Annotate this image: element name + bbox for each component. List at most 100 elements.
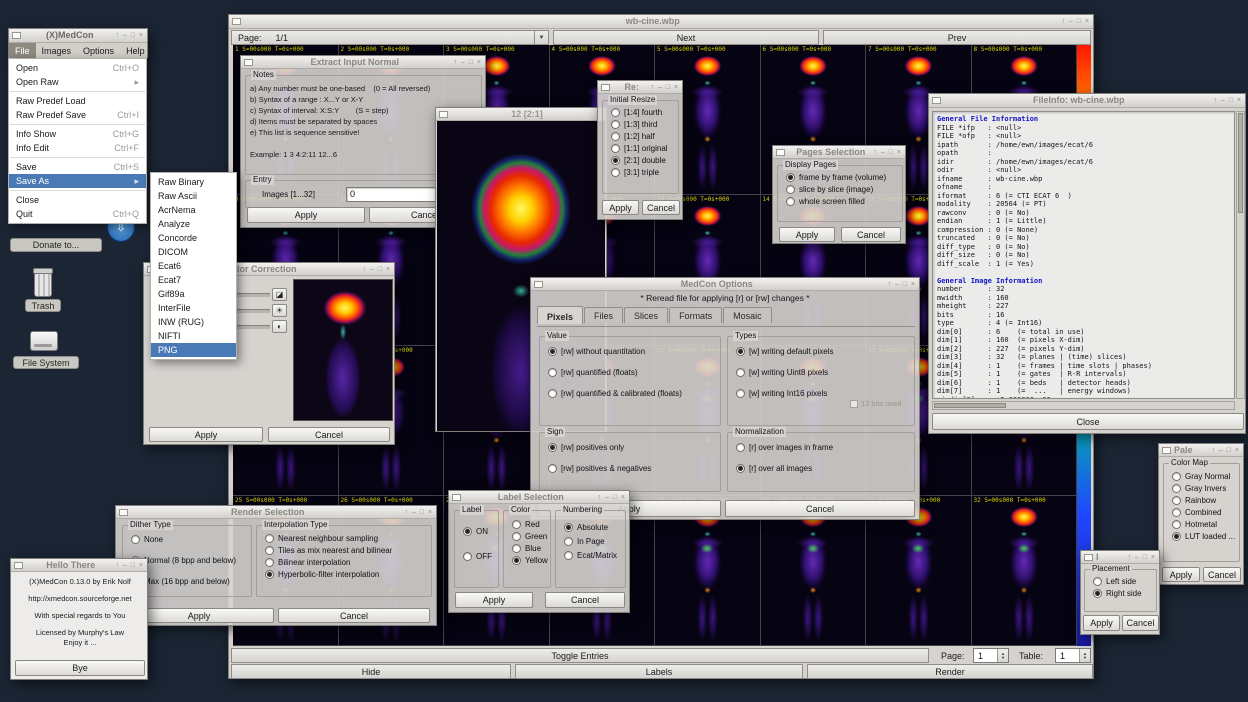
tab-slices[interactable]: Slices [624,307,668,323]
label-selection-titlebar[interactable]: Label Selection ↑ ‒ □ × [449,491,629,504]
menu-item-save-as[interactable]: Save As▸ [9,174,146,188]
radio-w-writing-int16-pixels[interactable]: [w] writing Int16 pixels [728,389,914,398]
radio-frame-by-frame-volume[interactable]: frame by frame (volume) [778,173,902,182]
window-menu-icon[interactable] [439,111,448,118]
radio-left-side[interactable]: Left side [1085,577,1156,586]
window-controls[interactable]: ↑ ‒ □ × [1127,554,1156,561]
fileinfo-text-area[interactable]: General File InformationFILE *ifp : <nul… [932,111,1235,399]
radio-rw-positives-negatives[interactable]: [rw] positives & negatives [540,464,720,473]
window-menu-icon[interactable] [1162,447,1171,454]
next-button[interactable]: Next [553,30,819,45]
radio-absolute[interactable]: Absolute [556,523,625,532]
radio-whole-screen-filled[interactable]: whole screen filled [778,197,902,206]
spinner-arrows-icon[interactable]: ▲▼ [997,649,1008,662]
contrast-icon[interactable]: ◐ [272,320,287,333]
radio-3-1-triple[interactable]: [3:1] triple [603,168,678,177]
render-cancel-button[interactable]: Cancel [278,608,430,623]
horizontal-scrollbar[interactable] [932,401,1235,410]
scan-cell-32[interactable]: 32 S=00s000 T=0s+000 [972,496,1078,646]
radio-off[interactable]: OFF [455,552,498,561]
radio-hyperbolic-filter-interpolation[interactable]: Hyperbolic-filter interpolation [257,570,431,579]
window-menu-icon[interactable] [452,494,461,501]
radio-r-over-all-images[interactable]: [r] over all images [728,464,914,473]
radio-green[interactable]: Green [504,532,550,541]
color-correction-apply-button[interactable]: Apply [149,427,263,442]
menu-item-raw-predef-load[interactable]: Raw Predef Load [9,94,146,108]
tab-pixels[interactable]: Pixels [537,306,583,324]
window-menu-icon[interactable] [14,562,23,569]
render-selection-titlebar[interactable]: Render Selection ↑ ‒ □ × [116,506,436,519]
radio-gray-normal[interactable]: Gray Normal [1164,472,1239,481]
twelve-bits-checkbox[interactable]: 12 bits used [850,399,901,408]
pages-apply-button[interactable]: Apply [779,227,835,242]
window-controls[interactable]: ↑ ‒ □ × [887,281,916,288]
window-controls[interactable]: ↑ ‒ □ × [873,149,902,156]
radio-ecat-matrix[interactable]: Ecat/Matrix [556,551,625,560]
window-controls[interactable]: ↑ ‒ □ × [453,59,482,66]
extract-titlebar[interactable]: Extract Input Normal ↑ ‒ □ × [241,56,485,69]
radio-slice-by-slice-image[interactable]: slice by slice (image) [778,185,902,194]
window-menu-icon[interactable] [776,149,785,156]
window-controls[interactable]: ↑ ‒ □ × [115,32,144,39]
resize-apply-button[interactable]: Apply [602,200,639,215]
window-menu-icon[interactable] [232,18,241,25]
medcon-titlebar[interactable]: (X)MedCon ↑ ‒ □ × [9,29,147,43]
window-menu-icon[interactable] [932,97,941,104]
radio-2-1-double[interactable]: [2:1] double [603,156,678,165]
radio-none[interactable]: None [123,535,251,544]
saveas-item-gif89a[interactable]: Gif89a [151,287,236,301]
radio-right-side[interactable]: Right side [1085,589,1156,598]
placement-cancel-button[interactable]: Cancel [1122,615,1159,631]
window-controls[interactable]: ↑ ‒ □ × [362,266,391,273]
menu-item-open-raw[interactable]: Open Raw▸ [9,75,146,89]
table-spinner[interactable]: 1 ▲▼ [1055,648,1091,663]
radio-blue[interactable]: Blue [504,544,550,553]
menubar-item-images[interactable]: Images [36,43,78,58]
menubar-item-help[interactable]: Help [120,43,151,58]
render-button[interactable]: Render [807,664,1093,679]
radio-tiles-as-mix-nearest-and-bilinear[interactable]: Tiles as mix nearest and bilinear [257,546,431,555]
viewer-titlebar[interactable]: wb-cine.wbp ↑ ‒ □ × [229,15,1093,29]
desktop-icon-donate[interactable]: Donate to... [10,238,102,252]
tab-files[interactable]: Files [584,307,623,323]
desktop-icon-trash[interactable]: Trash [25,299,61,312]
bye-button[interactable]: Bye [15,660,145,676]
hello-titlebar[interactable]: Hello There ↑ ‒ □ × [11,559,147,572]
radio-gray-invers[interactable]: Gray Invers [1164,484,1239,493]
placement-apply-button[interactable]: Apply [1083,615,1120,631]
menubar-item-options[interactable]: Options [77,43,120,58]
radio-rw-quantified-calibrated-floats[interactable]: [rw] quantified & calibrated (floats) [540,389,720,398]
radio-combined[interactable]: Combined [1164,508,1239,517]
window-controls[interactable]: ↑ ‒ □ × [115,562,144,569]
fileinfo-titlebar[interactable]: FileInfo: wb-cine.wbp ↑ ‒ □ × [929,94,1245,108]
palette-apply-button[interactable]: Apply [1162,567,1200,582]
menu-item-info-show[interactable]: Info ShowCtrl+G [9,127,146,141]
radio-rainbow[interactable]: Rainbow [1164,496,1239,505]
window-menu-icon[interactable] [244,59,253,66]
tab-mosaic[interactable]: Mosaic [723,307,772,323]
saveas-item-concorde[interactable]: Concorde [151,231,236,245]
fileinfo-close-button[interactable]: Close [932,413,1244,430]
pages-cancel-button[interactable]: Cancel [841,227,901,242]
options-titlebar[interactable]: MedCon Options ↑ ‒ □ × [531,278,919,291]
toggle-entries-button[interactable]: Toggle Entries [231,648,929,663]
palette-titlebar[interactable]: Pale ↑ ‒ □ × [1159,444,1243,457]
radio-rw-quantified-floats[interactable]: [rw] quantified (floats) [540,368,720,377]
radio-r-over-images-in-frame[interactable]: [r] over images in frame [728,443,914,452]
saveas-item-raw-binary[interactable]: Raw Binary [151,175,236,189]
desktop-icon-filesystem[interactable]: File System [13,356,79,369]
window-menu-icon[interactable] [1084,554,1093,561]
saveas-item-ecat7[interactable]: Ecat7 [151,273,236,287]
saveas-item-inw-rug[interactable]: INW (RUG) [151,315,236,329]
window-controls[interactable]: ↑ ‒ □ × [650,84,679,91]
radio-bilinear-interpolation[interactable]: Bilinear interpolation [257,558,431,567]
placement-titlebar[interactable]: I ↑ ‒ □ × [1081,551,1159,564]
saveas-item-raw-ascii[interactable]: Raw Ascii [151,189,236,203]
extract-apply-button[interactable]: Apply [247,207,365,223]
radio-lut-loaded[interactable]: LUT loaded ... [1164,532,1239,541]
resize-cancel-button[interactable]: Cancel [642,200,680,215]
radio-rw-positives-only[interactable]: [rw] positives only [540,443,720,452]
radio-nearest-neighbour-sampling[interactable]: Nearest neighbour sampling [257,534,431,543]
menu-item-quit[interactable]: QuitCtrl+Q [9,207,146,221]
palette-cancel-button[interactable]: Cancel [1203,567,1241,582]
